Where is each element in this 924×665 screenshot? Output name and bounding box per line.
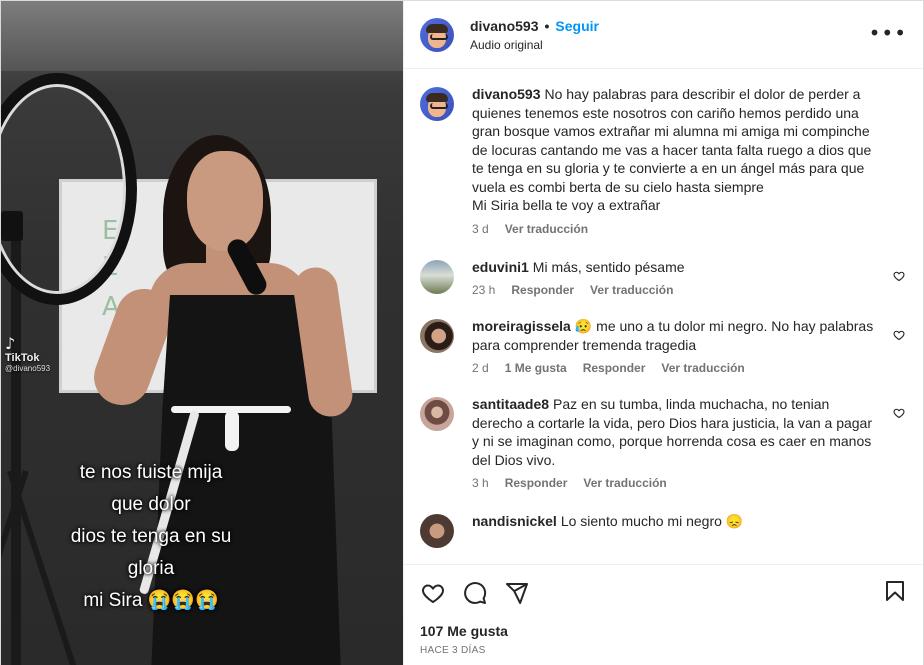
separator-dot: • [544,17,550,34]
avatar[interactable] [420,17,454,52]
header-line: divano593 • Seguir [470,18,599,34]
comment-body: eduvini1 Mi más, sentido pésame 23 h Resp… [472,258,882,298]
ceiling [1,1,403,71]
tiktok-logo-icon: ♪ [5,334,16,353]
reply-button[interactable]: Responder [505,476,568,490]
header-meta: divano593 • Seguir Audio original [470,18,599,52]
comment-bubble-icon[interactable] [462,580,488,606]
reply-button[interactable]: Responder [511,283,574,297]
reply-button[interactable]: Responder [583,361,646,375]
comment-like-heart-icon[interactable] [893,407,905,419]
comment-text-block: santitaade8 Paz en su tumba, linda muchac… [472,395,882,469]
post-caption: divano593 No hay palabras para describir … [420,85,907,236]
avatar[interactable] [420,259,454,294]
post-actions: 107 Me gusta HACE 3 DÍAS [404,564,923,665]
post-time[interactable]: HACE 3 DÍAS [420,645,907,656]
likes-count[interactable]: 107 Me gusta [420,623,907,639]
bookmark-icon[interactable] [883,579,907,606]
action-icons [420,575,907,611]
header-username[interactable]: divano593 [470,18,538,34]
avatar[interactable] [420,319,454,353]
like-heart-icon[interactable] [420,580,446,606]
comment-meta: 2 d 1 Me gusta Responder Ver traducción [472,361,882,375]
comment-username[interactable]: eduvini1 [472,259,529,275]
phone-holder [1,211,23,241]
post-side-panel: divano593 • Seguir Audio original ••• di… [403,1,923,665]
comment-item: nandisnickel Lo siento mucho mi negro 😞 [420,512,907,548]
comment-time[interactable]: 3 h [472,476,489,490]
comment-text: Lo siento mucho mi negro 😞 [560,513,744,529]
instagram-post: E E A ♪ TikTok @divano593 te nos fuiste … [0,0,924,665]
comment-username[interactable]: santitaade8 [472,396,549,412]
audio-link[interactable]: Audio original [470,38,599,52]
tiktok-wordmark: TikTok [5,352,40,364]
overlay-line: gloria [127,558,175,579]
comment-text-block: eduvini1 Mi más, sentido pésame [472,258,882,277]
comment-item: santitaade8 Paz en su tumba, linda muchac… [420,395,907,490]
comment-text-block: moreiragissela 😥 me uno a tu dolor mi neg… [472,317,882,354]
comment-meta: 23 h Responder Ver traducción [472,283,882,297]
comment-item: eduvini1 Mi más, sentido pésame 23 h Resp… [420,258,907,298]
comment-text-block: nandisnickel Lo siento mucho mi negro 😞 [472,512,882,531]
caption-meta: 3 d Ver traducción [472,222,882,236]
see-translation-button[interactable]: Ver traducción [590,283,673,297]
tiktok-handle: @divano593 [5,364,51,373]
comment-text: Mi más, sentido pésame [532,258,685,275]
comment-like-heart-icon[interactable] [893,270,905,282]
paper-plane-icon[interactable] [504,580,530,606]
comment-item: moreiragissela 😥 me uno a tu dolor mi neg… [420,317,907,375]
see-translation-button[interactable]: Ver traducción [583,476,666,490]
avatar[interactable] [420,87,454,121]
overlay-line: que dolor [111,494,191,515]
caption-text-block: divano593 No hay palabras para describir … [472,85,882,215]
comment-likes[interactable]: 1 Me gusta [505,361,567,375]
caption-username[interactable]: divano593 [472,86,540,102]
comment-username[interactable]: moreiragissela [472,318,571,334]
comment-time[interactable]: 23 h [472,283,495,297]
avatar[interactable] [420,397,454,431]
comment-time[interactable]: 2 d [472,361,489,375]
caption-body: divano593 No hay palabras para describir … [472,85,882,236]
post-header: divano593 • Seguir Audio original ••• [404,1,923,69]
overlay-line: te nos fuiste mija [79,462,223,483]
more-options-icon[interactable]: ••• [869,23,907,43]
tiktok-watermark: ♪ TikTok @divano593 [5,334,51,374]
see-translation-button[interactable]: Ver traducción [505,222,588,236]
caption-time[interactable]: 3 d [472,222,489,236]
comment-like-heart-icon[interactable] [893,329,905,341]
comment-meta: 3 h Responder Ver traducción [472,476,882,490]
follow-button[interactable]: Seguir [555,18,599,34]
belt-bow [225,411,239,451]
see-translation-button[interactable]: Ver traducción [661,361,744,375]
overlay-line: dios te tenga en su [70,526,232,547]
comments-list[interactable]: divano593 No hay palabras para describir … [404,69,923,564]
video-frame[interactable]: E E A ♪ TikTok @divano593 te nos fuiste … [1,1,403,665]
tripod-pole [11,241,21,665]
avatar[interactable] [420,514,454,548]
comment-body: santitaade8 Paz en su tumba, linda muchac… [472,395,882,490]
comment-body: moreiragissela 😥 me uno a tu dolor mi neg… [472,317,882,375]
caption-text: No hay palabras para describir el dolor … [472,86,872,213]
comment-body: nandisnickel Lo siento mucho mi negro 😞 [472,512,882,548]
video-text-overlay: te nos fuiste mija que dolor dios te ten… [41,457,261,617]
comment-username[interactable]: nandisnickel [472,513,557,529]
person-face [187,151,263,251]
overlay-line: mi Sira 😭😭😭 [83,590,219,611]
